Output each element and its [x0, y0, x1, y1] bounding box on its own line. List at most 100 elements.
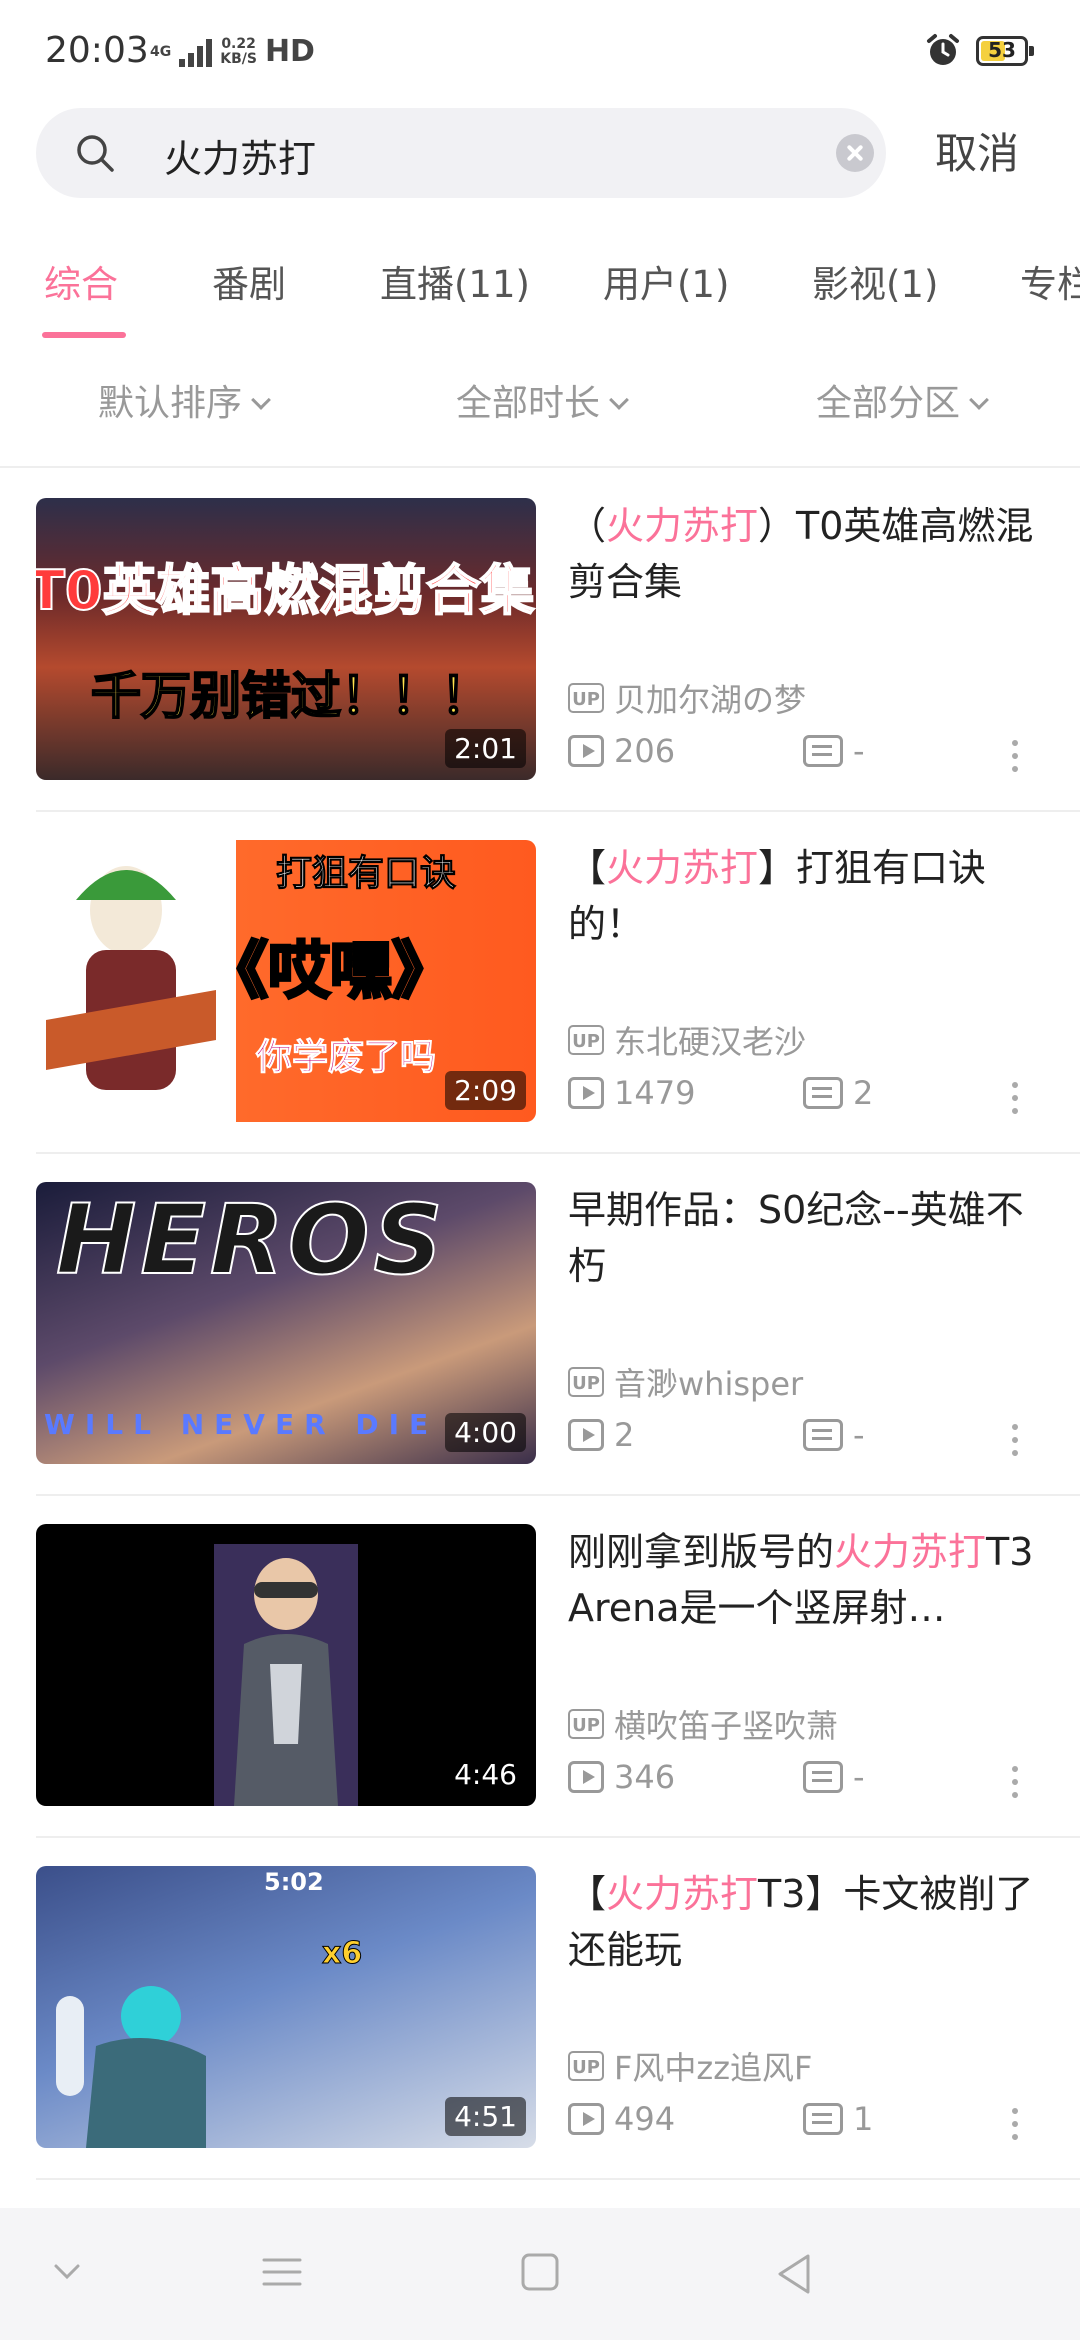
view-count: 494	[614, 2100, 676, 2138]
video-title[interactable]: 【火力苏打T3】卡文被削了还能玩	[568, 1866, 1048, 1978]
video-thumbnail[interactable]: 4:46	[36, 1524, 536, 1806]
more-vertical-icon[interactable]	[1012, 1424, 1020, 1460]
play-count-icon	[568, 1077, 604, 1109]
video-stats: 346 -	[568, 1758, 865, 1796]
uploader-name: 东北硬汉老沙	[614, 1023, 807, 1061]
thumbnail-caption: T0英雄高燃混剪合集	[36, 558, 535, 623]
play-count-icon	[568, 1419, 604, 1451]
danmaku-icon	[803, 735, 843, 767]
uploader-name: 横吹笛子竖吹萧	[614, 1707, 839, 1745]
chevron-down-icon	[969, 390, 989, 410]
video-duration: 4:00	[445, 1413, 526, 1452]
thumbnail-caption: 《哎嘿》	[204, 933, 455, 1009]
cancel-button[interactable]: 取消	[935, 120, 1019, 181]
menu-icon[interactable]	[262, 2252, 302, 2292]
tab-bangumi[interactable]: 番剧	[212, 254, 286, 308]
video-item[interactable]: 5:02 x6 4:51 【火力苏打T3】卡文被削了还能玩 UP F风中zz追风F…	[0, 1838, 1080, 2180]
net-speed: 0.22 KB/S	[220, 35, 257, 67]
status-bar: 20:03 4G 0.22 KB/S HD 53	[0, 0, 1080, 105]
search-icon	[77, 135, 114, 172]
title-highlight: 火力苏打	[606, 846, 759, 890]
video-item[interactable]: 打狙有口诀 《哎嘿》 你学废了吗 2:09 【火力苏打】打狙有口诀的！ UP 东北…	[0, 812, 1080, 1154]
more-vertical-icon[interactable]	[1012, 740, 1020, 776]
title-text: 早期作品：S0纪念--英雄不朽	[568, 1188, 1024, 1288]
video-title[interactable]: （火力苏打）T0英雄高燃混剪合集	[568, 498, 1048, 610]
uploader-name: 音渺whisper	[614, 1365, 804, 1403]
uploader[interactable]: UP 横吹笛子竖吹萧	[568, 1701, 838, 1747]
uploader[interactable]: UP 贝加尔湖の梦	[568, 675, 806, 721]
title-text: 【	[568, 1872, 607, 1916]
video-item[interactable]: 4:46 刚刚拿到版号的火力苏打T3 Arena是一个竖屏射… UP 横吹笛子竖吹…	[0, 1496, 1080, 1838]
uploader[interactable]: UP F风中zz追风F	[568, 2043, 812, 2089]
view-count: 206	[614, 732, 676, 770]
search-input[interactable]: 火力苏打	[164, 128, 316, 183]
clear-icon[interactable]	[836, 134, 874, 172]
home-icon[interactable]	[520, 2252, 560, 2292]
video-item[interactable]: T0英雄高燃混剪合集 千万别错过！！！ 2:01 （火力苏打）T0英雄高燃混剪合…	[0, 470, 1080, 812]
chevron-down-icon[interactable]	[52, 2252, 82, 2292]
danmaku-count: -	[853, 1416, 865, 1454]
back-icon[interactable]	[774, 2252, 814, 2296]
title-text: 【	[568, 846, 607, 890]
status-time: 20:03	[45, 30, 149, 71]
more-vertical-icon[interactable]	[1012, 1766, 1020, 1802]
zone-filter[interactable]: 全部分区	[816, 374, 989, 426]
view-count: 2	[614, 1416, 635, 1454]
net-speed-value: 0.22	[221, 35, 256, 52]
danmaku-icon	[803, 1419, 843, 1451]
danmaku-count: 1	[853, 2100, 874, 2138]
up-badge-icon: UP	[568, 1367, 604, 1397]
video-thumbnail[interactable]: HEROS WILL NEVER DIE 4:00	[36, 1182, 536, 1464]
uploader-name: F风中zz追风F	[614, 2049, 813, 2087]
danmaku-count: -	[853, 732, 865, 770]
view-count: 1479	[614, 1074, 696, 1112]
uploader[interactable]: UP 音渺whisper	[568, 1359, 803, 1405]
video-thumbnail[interactable]: 打狙有口诀 《哎嘿》 你学废了吗 2:09	[36, 840, 536, 1122]
tab-users[interactable]: 用户(1)	[603, 254, 729, 308]
divider	[0, 466, 1080, 468]
video-thumbnail[interactable]: T0英雄高燃混剪合集 千万别错过！！！ 2:01	[36, 498, 536, 780]
tab-live[interactable]: 直播(11)	[380, 254, 530, 308]
tab-all[interactable]: 综合	[44, 254, 118, 308]
up-badge-icon: UP	[568, 1025, 604, 1055]
battery-icon: 53	[976, 36, 1034, 66]
video-title[interactable]: 【火力苏打】打狙有口诀的！	[568, 840, 1048, 952]
divider	[36, 2178, 1080, 2180]
sort-filter[interactable]: 默认排序	[98, 374, 271, 426]
play-count-icon	[568, 2103, 604, 2135]
title-highlight: 火力苏打	[606, 1872, 759, 1916]
more-vertical-icon[interactable]	[1012, 1082, 1020, 1118]
up-badge-icon: UP	[568, 683, 604, 713]
video-duration: 4:46	[445, 1755, 526, 1794]
search-tabs: 综合 番剧 直播(11) 用户(1) 影视(1) 专栏	[0, 250, 1080, 345]
video-stats: 206 -	[568, 732, 865, 770]
thumbnail-caption: 5:02	[264, 1868, 324, 1896]
tab-film[interactable]: 影视(1)	[812, 254, 938, 308]
video-item[interactable]: HEROS WILL NEVER DIE 4:00 早期作品：S0纪念--英雄不…	[0, 1154, 1080, 1496]
character-illustration	[56, 1986, 206, 2148]
chevron-down-icon	[251, 390, 271, 410]
danmaku-icon	[803, 1077, 843, 1109]
duration-filter[interactable]: 全部时长	[456, 374, 629, 426]
battery-level: 53	[988, 38, 1016, 62]
title-text: 刚刚拿到版号的	[568, 1530, 835, 1574]
thumbnail-caption: 千万别错过！！！	[90, 666, 492, 726]
hd-indicator: HD	[264, 34, 315, 69]
video-title[interactable]: 刚刚拿到版号的火力苏打T3 Arena是一个竖屏射…	[568, 1524, 1048, 1636]
thumbnail-caption: HEROS	[55, 1183, 447, 1297]
uploader[interactable]: UP 东北硬汉老沙	[568, 1017, 806, 1063]
search-bar[interactable]: 火力苏打	[36, 108, 886, 198]
danmaku-count: 2	[853, 1074, 874, 1112]
video-thumbnail[interactable]: 5:02 x6 4:51	[36, 1866, 536, 2148]
tab-articles[interactable]: 专栏	[1020, 254, 1080, 308]
video-title[interactable]: 早期作品：S0纪念--英雄不朽	[568, 1182, 1048, 1294]
video-duration: 4:51	[445, 2097, 526, 2136]
chevron-down-icon	[609, 390, 629, 410]
more-vertical-icon[interactable]	[1012, 2108, 1020, 2144]
thumbnail-caption: WILL NEVER DIE	[44, 1408, 439, 1441]
filter-bar: 默认排序 全部时长 全部分区	[0, 370, 1080, 440]
title-highlight: 火力苏打	[834, 1530, 987, 1574]
video-duration: 2:09	[445, 1071, 526, 1110]
thumbnail-caption: 打狙有口诀	[275, 853, 457, 895]
alarm-icon	[927, 34, 959, 65]
